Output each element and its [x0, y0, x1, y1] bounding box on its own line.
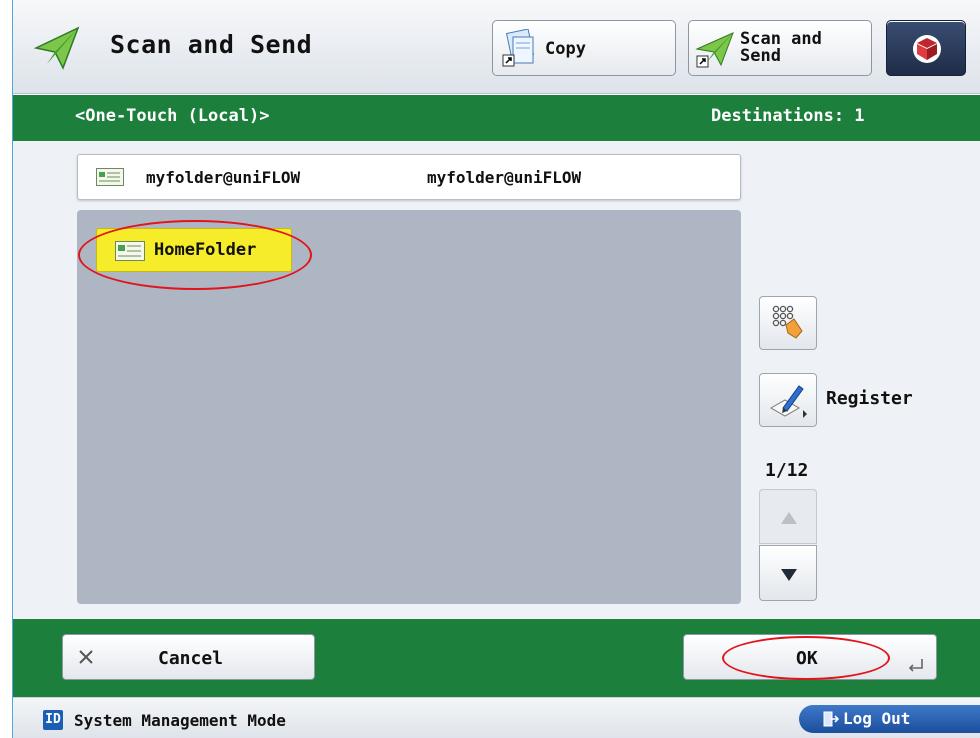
id-icon: ID	[43, 710, 63, 730]
address-card-icon	[96, 168, 124, 190]
copy-label: Copy	[545, 39, 586, 59]
log-out-label: Log Out	[843, 709, 911, 728]
copy-button[interactable]: Copy	[492, 20, 676, 76]
keypad-entry-button[interactable]	[759, 296, 817, 350]
app-title: Scan and Send	[110, 30, 313, 59]
cancel-button[interactable]: Cancel	[62, 634, 315, 680]
selected-destination-row[interactable]: myfolder@uniFLOW myfolder@uniFLOW	[77, 154, 741, 200]
scroll-down-button[interactable]	[759, 545, 817, 601]
screen-bezel	[0, 0, 12, 738]
main-menu-button[interactable]	[886, 20, 966, 76]
log-out-icon	[823, 711, 840, 731]
main-menu-icon	[911, 33, 943, 69]
enter-icon	[908, 657, 924, 676]
highlight-annotation	[78, 220, 312, 290]
keypad-icon	[772, 305, 806, 345]
paper-plane-icon	[695, 29, 735, 73]
destination-address: myfolder@uniFLOW	[427, 168, 582, 187]
copy-icon	[501, 28, 537, 73]
address-group-label: <One-Touch (Local)>	[75, 106, 270, 126]
destination-name: myfolder@uniFLOW	[146, 168, 301, 187]
close-icon	[77, 648, 95, 670]
destinations-count: Destinations: 1	[711, 106, 865, 126]
system-mode-label: System Management Mode	[74, 711, 286, 730]
page-indicator: 1/12	[765, 460, 809, 481]
log-out-button[interactable]: Log Out	[799, 705, 980, 733]
highlight-annotation	[722, 636, 890, 680]
register-label: Register	[826, 388, 913, 409]
paper-plane-icon	[33, 24, 81, 72]
arrow-up-icon	[780, 510, 798, 529]
scan-and-send-button[interactable]: Scan and Send	[688, 20, 872, 76]
arrow-down-icon	[780, 567, 798, 586]
scroll-up-button[interactable]	[759, 489, 817, 544]
scan-and-send-label-line2: Send	[740, 46, 781, 66]
pen-register-icon	[769, 382, 809, 424]
register-button[interactable]	[759, 373, 817, 427]
cancel-label: Cancel	[158, 648, 224, 669]
